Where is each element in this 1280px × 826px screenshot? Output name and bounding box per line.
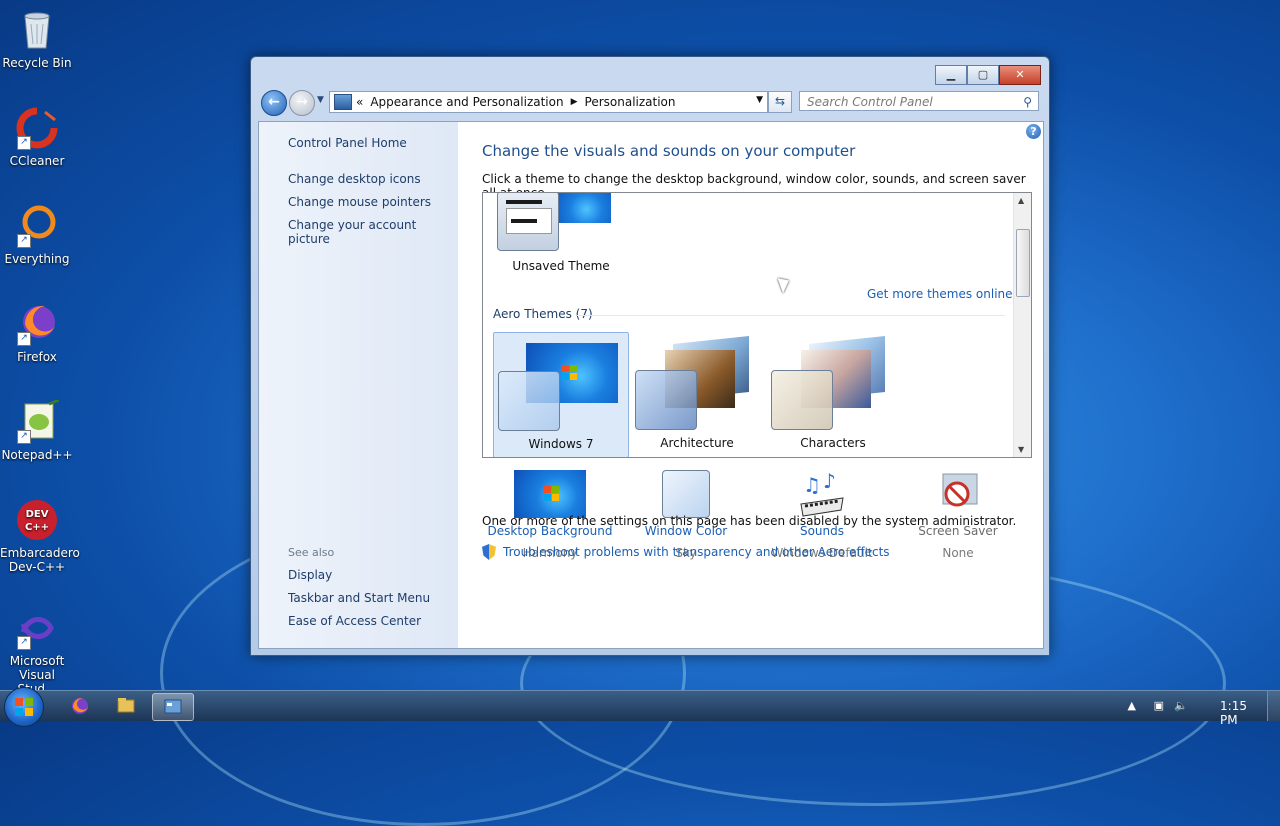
control-panel-icon	[334, 94, 352, 110]
forward-button[interactable]: →	[289, 90, 315, 116]
window-color-swatch	[498, 371, 560, 431]
address-dropdown-icon[interactable]: ▼	[756, 95, 763, 105]
breadcrumb-separator-icon[interactable]: ▶	[571, 97, 578, 107]
change-desktop-icons-link[interactable]: Change desktop icons	[288, 172, 421, 186]
search-input[interactable]: Search Control Panel ⚲	[799, 91, 1039, 111]
show-desktop-button[interactable]	[1267, 691, 1280, 721]
shortcut-arrow-icon: ↗	[17, 136, 31, 150]
svg-text:DEV: DEV	[26, 509, 49, 520]
personalization-window: ▁ ▢ ✕ ← → ▼ « Appearance and Personaliza…	[250, 56, 1050, 656]
control-panel-home-link[interactable]: Control Panel Home	[288, 136, 407, 150]
shortcut-arrow-icon: ↗	[17, 430, 31, 444]
troubleshoot-aero-link[interactable]: Troubleshoot problems with transparency …	[482, 544, 890, 560]
page-title: Change the visuals and sounds on your co…	[482, 142, 856, 160]
volume-muted-icon[interactable]: 🔈	[1174, 699, 1188, 712]
ccleaner-icon: ↗	[15, 106, 59, 150]
scroll-down-arrow-icon[interactable]: ▼	[1018, 445, 1024, 454]
get-more-themes-link[interactable]: Get more themes online	[867, 287, 1013, 301]
content-area: Control Panel Home Change desktop icons …	[258, 121, 1044, 649]
search-icon[interactable]: ⚲	[1023, 92, 1032, 112]
window-color-swatch	[635, 370, 697, 430]
admin-disabled-note: One or more of the settings on this page…	[482, 514, 1017, 528]
help-icon[interactable]: ?	[1026, 124, 1041, 139]
scroll-up-arrow-icon[interactable]: ▲	[1018, 196, 1024, 205]
window-color-swatch	[771, 370, 833, 430]
task-pane: Control Panel Home Change desktop icons …	[259, 122, 458, 648]
taskbar-start-menu-link[interactable]: Taskbar and Start Menu	[288, 591, 430, 605]
navigation-bar: ← → ▼ « Appearance and Personalization ▶…	[259, 89, 1041, 116]
shortcut-arrow-icon: ↗	[17, 332, 31, 346]
devcpp-icon: DEV C++	[15, 498, 59, 542]
windows-logo-icon	[544, 486, 560, 502]
desktop-background-icon	[514, 470, 586, 518]
taskbar: ▲ ▣ 🔈 1:15 PM	[0, 687, 1280, 727]
recycle-bin-icon	[15, 8, 59, 52]
main-pane: ? Change the visuals and sounds on your …	[458, 122, 1043, 648]
refresh-button[interactable]: ⇆	[768, 91, 792, 113]
display-link[interactable]: Display	[288, 568, 332, 582]
theme-list: Unsaved Theme Get more themes online Aer…	[482, 192, 1032, 458]
theme-characters[interactable]: Characters	[765, 332, 901, 456]
change-mouse-pointers-link[interactable]: Change mouse pointers	[288, 195, 431, 209]
show-hidden-icons-icon[interactable]: ▲	[1128, 699, 1136, 712]
breadcrumb-overflow[interactable]: «	[356, 95, 363, 109]
close-button[interactable]: ✕	[999, 65, 1041, 85]
window-controls: ▁ ▢ ✕	[935, 65, 1041, 85]
taskbar-firefox[interactable]	[60, 693, 100, 719]
svg-text:♫: ♫	[803, 473, 821, 497]
desktop-icon-recycle-bin[interactable]: Recycle Bin	[0, 8, 74, 70]
shortcut-arrow-icon: ↗	[17, 234, 31, 248]
taskbar-control-panel[interactable]	[152, 693, 194, 721]
svg-text:♪: ♪	[823, 470, 836, 493]
theme-unsaved[interactable]: Unsaved Theme	[493, 193, 629, 277]
change-account-picture-link[interactable]: Change your account picture	[288, 218, 458, 246]
svg-text:C++: C++	[25, 522, 49, 533]
see-also-heading: See also	[288, 546, 335, 559]
desktop-icon-firefox[interactable]: ↗ Firefox	[0, 302, 74, 364]
desktop-icon-visual-studio[interactable]: ↗ Microsoft Visual Stud...	[0, 606, 74, 696]
breadcrumb-appearance[interactable]: Appearance and Personalization	[370, 95, 563, 109]
screen-saver-disabled-icon	[933, 470, 983, 518]
clock[interactable]: 1:15 PM	[1220, 699, 1247, 727]
taskbar-explorer[interactable]	[106, 693, 146, 719]
visual-studio-icon: ↗	[15, 606, 59, 650]
window-color-swatch	[497, 193, 559, 251]
window-color-icon	[662, 470, 710, 518]
aero-themes-heading: Aero Themes (7)	[493, 307, 593, 321]
theme-windows-7[interactable]: Windows 7	[493, 332, 629, 457]
maximize-button[interactable]: ▢	[967, 65, 999, 85]
desktop: { "desktop": { "icons": [ {"label": "Rec…	[0, 0, 1280, 826]
desktop-icon-everything[interactable]: ↗ Everything	[0, 204, 74, 266]
shortcut-arrow-icon: ↗	[17, 636, 31, 650]
theme-list-scrollbar[interactable]: ▲ ▼	[1013, 193, 1031, 457]
desktop-icon-ccleaner[interactable]: ↗ CCleaner	[0, 106, 74, 168]
breadcrumb-personalization[interactable]: Personalization	[585, 95, 676, 109]
minimize-button[interactable]: ▁	[935, 65, 967, 85]
address-bar[interactable]: « Appearance and Personalization ▶ Perso…	[329, 91, 768, 113]
theme-architecture[interactable]: Architecture	[629, 332, 765, 456]
sounds-icon: ♫ ♪	[797, 469, 847, 518]
group-divider	[577, 315, 1005, 316]
recent-pages-dropdown[interactable]: ▼	[317, 95, 324, 105]
network-icon[interactable]: ▣	[1154, 699, 1164, 712]
desktop-icon-notepad-plus-plus[interactable]: ↗ Notepad++	[0, 398, 74, 462]
start-button[interactable]	[4, 687, 44, 727]
everything-icon: ↗	[15, 204, 59, 248]
windows-logo-icon	[562, 365, 578, 381]
scroll-thumb[interactable]	[1016, 229, 1030, 297]
back-button[interactable]: ←	[261, 90, 287, 116]
firefox-icon: ↗	[15, 302, 59, 346]
windows-logo-icon	[15, 698, 33, 716]
notepad-plus-plus-icon: ↗	[15, 398, 60, 444]
ease-of-access-link[interactable]: Ease of Access Center	[288, 614, 421, 628]
uac-shield-icon	[482, 544, 496, 560]
desktop-icon-devcpp[interactable]: DEV C++ Embarcadero Dev-C++	[0, 498, 80, 574]
